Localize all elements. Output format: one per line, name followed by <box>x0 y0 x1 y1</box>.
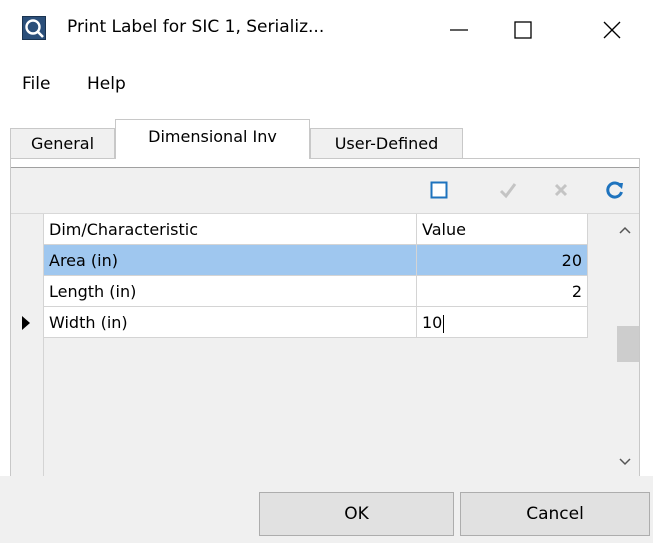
tab-strip: General Dimensional Inv User-Defined <box>10 119 640 159</box>
tab-general[interactable]: General <box>10 128 115 158</box>
title-bar: Print Label for SIC 1, Serializ... <box>0 0 653 64</box>
cancel-changes-button[interactable] <box>547 178 575 206</box>
cancel-button[interactable]: Cancel <box>460 492 650 536</box>
chevron-down-icon <box>619 452 631 470</box>
chevron-up-icon <box>619 220 631 238</box>
cancel-x-icon <box>553 182 569 202</box>
scroll-up-button[interactable] <box>611 214 639 244</box>
table-row-area-name[interactable]: Area (in) <box>44 245 417 276</box>
scroll-down-button[interactable] <box>611 446 639 476</box>
table-row-area-value[interactable]: 20 <box>417 245 588 276</box>
text-caret <box>443 314 445 333</box>
maximize-button[interactable] <box>482 0 564 64</box>
new-record-button[interactable] <box>425 178 453 206</box>
table-row-length-value[interactable]: 2 <box>417 276 588 307</box>
close-button[interactable] <box>571 0 653 64</box>
column-header-value[interactable]: Value <box>417 214 588 245</box>
row-indicator-column <box>11 214 44 476</box>
save-changes-button[interactable] <box>494 178 522 206</box>
tab-panel: Dim/Characteristic Value Area (in) 20 Le… <box>10 158 640 476</box>
scroll-thumb[interactable] <box>617 326 639 362</box>
refresh-icon <box>605 180 625 204</box>
table-row-width-name[interactable]: Width (in) <box>44 307 417 338</box>
refresh-button[interactable] <box>601 178 629 206</box>
maximize-icon <box>512 19 534 45</box>
menu-bar: File Help <box>0 64 653 104</box>
table-row-length-name[interactable]: Length (in) <box>44 276 417 307</box>
menu-file[interactable]: File <box>16 64 56 104</box>
tab-user-defined[interactable]: User-Defined <box>310 128 463 158</box>
new-record-icon <box>430 181 448 203</box>
close-icon <box>601 19 623 45</box>
current-row-pointer-icon <box>21 307 35 338</box>
tab-dimensional-inv[interactable]: Dimensional Inv <box>115 119 310 159</box>
vertical-scrollbar[interactable] <box>611 214 639 476</box>
dialog-footer: OK Cancel <box>0 476 653 543</box>
column-header-characteristic[interactable]: Dim/Characteristic <box>44 214 417 245</box>
app-logo-icon <box>22 16 46 40</box>
grid-toolbar <box>11 167 639 214</box>
minimize-icon <box>448 19 470 45</box>
menu-help[interactable]: Help <box>81 64 132 104</box>
table-row-width-value-editor[interactable]: 10 <box>417 307 588 338</box>
data-grid: Dim/Characteristic Value Area (in) 20 Le… <box>11 214 611 476</box>
window-title: Print Label for SIC 1, Serializ... <box>67 17 325 37</box>
checkmark-icon <box>498 180 518 204</box>
ok-button[interactable]: OK <box>259 492 454 536</box>
width-value-input[interactable]: 10 <box>422 313 442 332</box>
